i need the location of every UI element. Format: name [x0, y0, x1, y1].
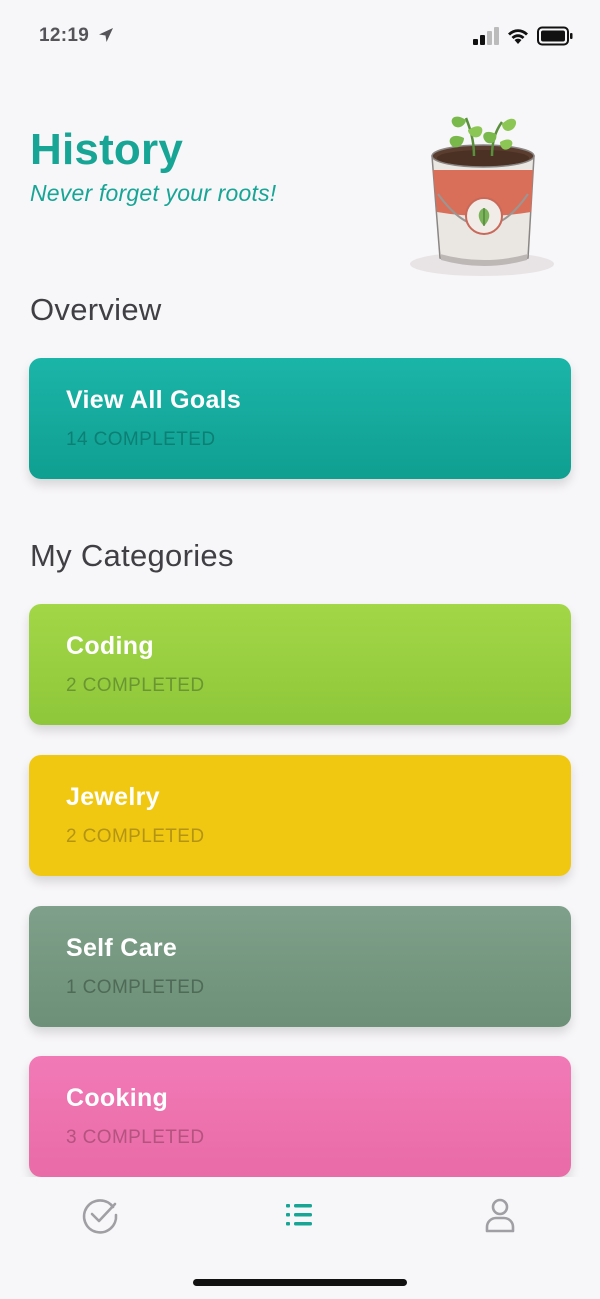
- card-title: Self Care: [66, 934, 178, 962]
- plant-in-can-illustration: [410, 116, 554, 276]
- home-indicator[interactable]: [193, 1279, 407, 1286]
- completed-count: 14 COMPLETED: [66, 429, 216, 450]
- status-time: 12:19: [39, 25, 90, 46]
- overview-heading: Overview: [30, 292, 162, 327]
- person-icon[interactable]: [480, 1195, 520, 1235]
- card-title: Cooking: [66, 1084, 169, 1112]
- card-title: View All Goals: [66, 386, 242, 414]
- cellular-signal-icon: [473, 27, 499, 45]
- card-title: Jewelry: [66, 783, 160, 811]
- page-header: History Never forget your roots!: [30, 124, 276, 207]
- view-all-goals-card[interactable]: View All Goals 14 COMPLETED: [29, 358, 571, 479]
- category-card-jewelry[interactable]: Jewelry 2 COMPLETED: [29, 755, 571, 876]
- wifi-icon: [508, 29, 528, 44]
- category-card-cooking[interactable]: Cooking 3 COMPLETED: [29, 1056, 571, 1177]
- location-arrow-icon: [99, 28, 113, 42]
- category-card-self-care[interactable]: Self Care 1 COMPLETED: [29, 906, 571, 1027]
- completed-count: 1 COMPLETED: [66, 977, 205, 998]
- battery-icon: [537, 26, 573, 46]
- completed-count: 3 COMPLETED: [66, 1127, 205, 1148]
- check-circle-icon[interactable]: [80, 1195, 120, 1235]
- page-subtitle: Never forget your roots!: [30, 180, 277, 206]
- completed-count: 2 COMPLETED: [66, 675, 205, 696]
- list-icon[interactable]: [281, 1195, 321, 1235]
- completed-count: 2 COMPLETED: [66, 826, 205, 847]
- status-bar: 12:19: [0, 0, 600, 72]
- category-card-coding[interactable]: Coding 2 COMPLETED: [29, 604, 571, 725]
- page-title: History: [30, 125, 183, 174]
- card-title: Coding: [66, 632, 154, 660]
- categories-heading: My Categories: [30, 538, 234, 573]
